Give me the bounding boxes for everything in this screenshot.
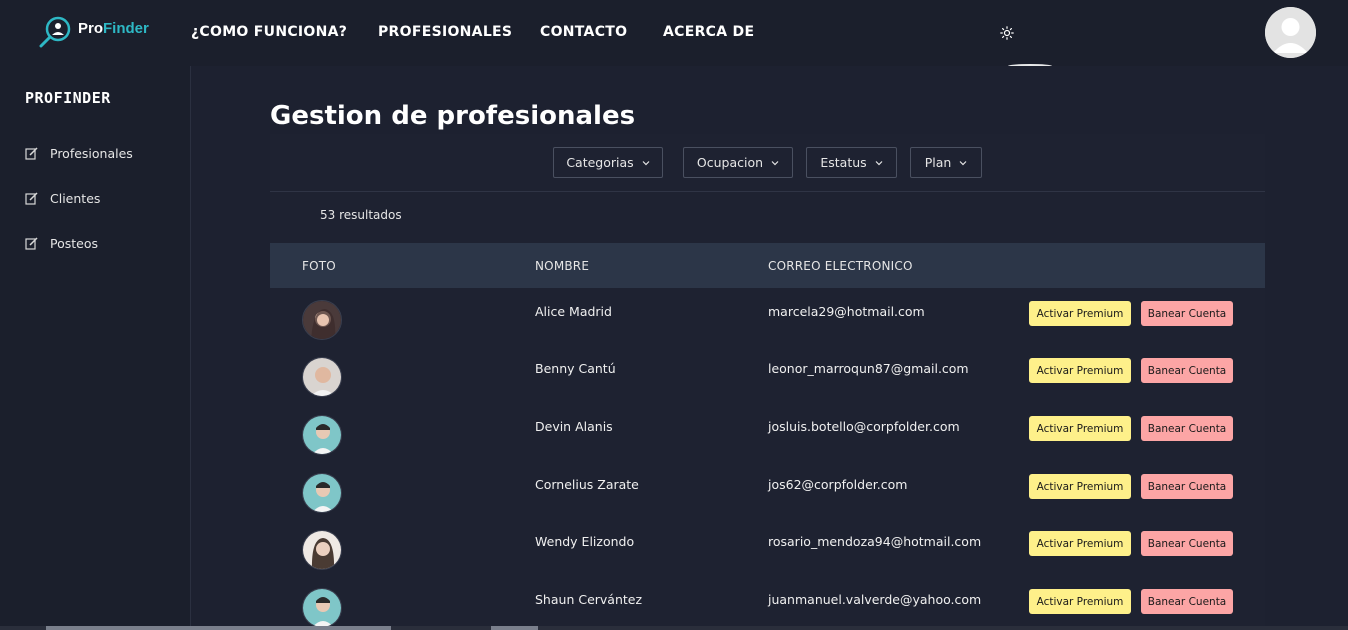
filter-label: Categorias (566, 155, 634, 170)
row-email: leonor_marroqun87@gmail.com (768, 361, 969, 376)
avatar-older-man (303, 358, 341, 396)
filter-label: Ocupacion (696, 155, 764, 170)
top-navbar: ProFinder ¿COMO FUNCIONA? PROFESIONALES … (0, 0, 1348, 66)
scrollbar-thumb[interactable] (46, 626, 391, 630)
professionals-panel: Categorias Ocupacion Estatus Plan 53 res… (270, 134, 1265, 630)
sidebar-item-label: Profesionales (50, 145, 133, 161)
column-header-foto: FOTO (302, 259, 336, 273)
logo-magnifier-icon (39, 16, 71, 48)
ban-account-button[interactable]: Banear Cuenta (1141, 416, 1233, 441)
filter-categorias[interactable]: Categorias (553, 147, 663, 178)
activate-premium-button[interactable]: Activar Premium (1029, 416, 1131, 441)
profile-photo (302, 357, 342, 397)
decorative-arc (1008, 64, 1052, 68)
row-email: josluis.botello@corpfolder.com (768, 419, 960, 434)
activate-premium-button[interactable]: Activar Premium (1029, 301, 1131, 326)
profile-photo (302, 415, 342, 455)
logo-text: ProFinder (78, 20, 149, 37)
ban-account-button[interactable]: Banear Cuenta (1141, 589, 1233, 614)
filter-label: Plan (924, 155, 952, 170)
ban-account-button[interactable]: Banear Cuenta (1141, 531, 1233, 556)
row-name: Cornelius Zarate (535, 477, 639, 492)
sidebar-item-clientes[interactable]: Clientes (25, 188, 100, 208)
edit-icon (25, 146, 38, 160)
user-avatar[interactable] (1265, 7, 1316, 58)
chevron-down-icon (875, 160, 883, 165)
column-header-nombre: NOMBRE (535, 259, 590, 273)
avatar-teal-person (303, 589, 341, 627)
sidebar: PROFINDER Profesionales Clientes Posteos (0, 66, 191, 630)
row-name: Devin Alanis (535, 419, 613, 434)
table-row: Alice Madrid marcela29@hotmail.com Activ… (270, 288, 1265, 346)
results-count: 53 resultados (320, 208, 402, 222)
nav-acerca-de[interactable]: ACERCA DE (663, 24, 754, 40)
sidebar-item-posteos[interactable]: Posteos (25, 233, 98, 253)
nav-contacto[interactable]: CONTACTO (540, 24, 627, 40)
row-email: marcela29@hotmail.com (768, 304, 925, 319)
filter-label: Estatus (820, 155, 867, 170)
activate-premium-button[interactable]: Activar Premium (1029, 474, 1131, 499)
profile-photo (302, 530, 342, 570)
sidebar-item-profesionales[interactable]: Profesionales (25, 143, 133, 163)
column-header-correo: CORREO ELECTRONICO (768, 259, 913, 273)
avatar-dark-hair-woman (303, 301, 341, 339)
nav-como-funciona[interactable]: ¿COMO FUNCIONA? (191, 24, 347, 40)
profinder-logo[interactable]: ProFinder (38, 16, 149, 48)
sidebar-item-label: Clientes (50, 190, 101, 206)
edit-icon (25, 191, 38, 205)
row-name: Wendy Elizondo (535, 534, 635, 549)
filter-estatus[interactable]: Estatus (806, 147, 897, 178)
scrollbar-thumb-secondary[interactable] (491, 626, 538, 630)
horizontal-scrollbar[interactable] (0, 626, 1348, 630)
table-header: FOTO NOMBRE CORREO ELECTRONICO (270, 243, 1265, 288)
avatar-teal-person (303, 474, 341, 512)
activate-premium-button[interactable]: Activar Premium (1029, 358, 1131, 383)
row-name: Benny Cantú (535, 361, 616, 376)
row-name: Shaun Cervántez (535, 592, 643, 607)
ban-account-button[interactable]: Banear Cuenta (1141, 474, 1233, 499)
row-email: juanmanuel.valverde@yahoo.com (768, 592, 982, 607)
chevron-down-icon (771, 160, 779, 165)
chevron-down-icon (959, 160, 967, 165)
row-email: rosario_mendoza94@hotmail.com (768, 534, 982, 549)
row-name: Alice Madrid (535, 304, 612, 319)
table-row: Cornelius Zarate jos62@corpfolder.com Ac… (270, 461, 1265, 519)
ban-account-button[interactable]: Banear Cuenta (1141, 358, 1233, 383)
logo-finder: Finder (103, 19, 149, 37)
nav-profesionales[interactable]: PROFESIONALES (378, 24, 512, 40)
chevron-down-icon (642, 160, 650, 165)
profile-photo (302, 473, 342, 513)
row-email: jos62@corpfolder.com (768, 477, 908, 492)
filter-bar: Categorias Ocupacion Estatus Plan (270, 134, 1265, 192)
filter-plan[interactable]: Plan (910, 147, 982, 178)
default-user-icon (1265, 7, 1316, 58)
logo-pro: Pro (78, 19, 104, 37)
ban-account-button[interactable]: Banear Cuenta (1141, 301, 1233, 326)
activate-premium-button[interactable]: Activar Premium (1029, 589, 1131, 614)
table-row: Devin Alanis josluis.botello@corpfolder.… (270, 403, 1265, 461)
profile-photo (302, 300, 342, 340)
sun-icon[interactable] (1000, 26, 1014, 40)
avatar-woman-long-hair (303, 531, 341, 569)
page-title: Gestion de profesionales (270, 101, 636, 131)
table-row: Wendy Elizondo rosario_mendoza94@hotmail… (270, 518, 1265, 576)
avatar-teal-person (303, 416, 341, 454)
profile-photo (302, 588, 342, 628)
table-row: Benny Cantú leonor_marroqun87@gmail.com … (270, 345, 1265, 403)
filter-ocupacion[interactable]: Ocupacion (683, 147, 793, 178)
sidebar-title: PROFINDER (25, 89, 111, 107)
activate-premium-button[interactable]: Activar Premium (1029, 531, 1131, 556)
edit-icon (25, 236, 38, 250)
sidebar-item-label: Posteos (50, 235, 99, 251)
table-row: Shaun Cervántez juanmanuel.valverde@yaho… (270, 576, 1265, 630)
